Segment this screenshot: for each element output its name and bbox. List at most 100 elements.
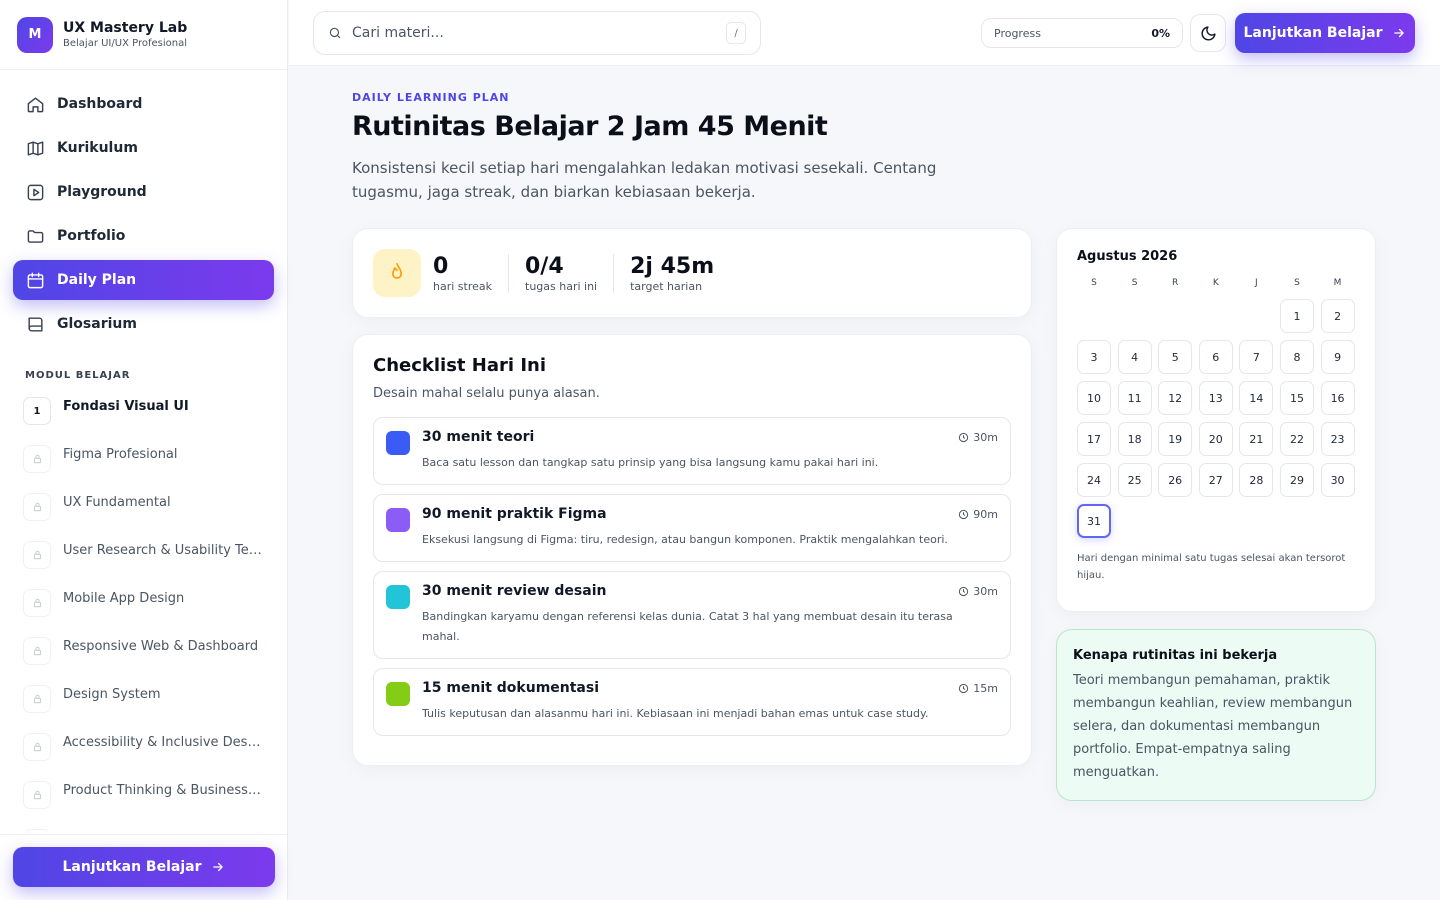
calendar-day[interactable]: 6 — [1198, 340, 1233, 374]
calendar-day[interactable]: 9 — [1320, 340, 1355, 374]
theme-toggle-button[interactable] — [1190, 14, 1226, 52]
calendar-day[interactable]: 4 — [1117, 340, 1152, 374]
module-item[interactable]: Figma Profesional — [13, 439, 274, 487]
calendar-day-today[interactable]: 31 — [1077, 504, 1111, 538]
sidebar-item-glosarium[interactable]: Glosarium — [13, 304, 274, 344]
module-item[interactable]: Responsive Web & Dashboard — [13, 631, 274, 679]
arrow-right-icon — [1394, 28, 1405, 38]
sidebar-item-dashboard[interactable]: Dashboard — [13, 84, 274, 124]
topbar: / Progress 0% Lanjutkan Belajar — [289, 0, 1440, 66]
book-icon — [25, 314, 45, 334]
calendar-day[interactable]: 30 — [1320, 463, 1355, 497]
search-input[interactable] — [352, 25, 726, 41]
calendar-blank — [1077, 299, 1111, 333]
module-item[interactable]: UX Fundamental — [13, 487, 274, 535]
calendar-day[interactable]: 21 — [1239, 422, 1274, 456]
module-item[interactable]: Accessibility & Inclusive Design — [13, 727, 274, 775]
brand-logo-icon: M — [17, 16, 53, 53]
calendar-weekday: J — [1255, 278, 1258, 288]
module-item[interactable]: Product Thinking & Business UX — [13, 775, 274, 823]
calendar-day[interactable]: 24 — [1077, 463, 1111, 497]
stat-value: 2j 45m — [630, 253, 715, 279]
module-item[interactable]: Collaboration with Developer — [13, 823, 274, 831]
calendar-day[interactable]: 13 — [1198, 381, 1233, 415]
why-title: Kenapa rutinitas ini bekerja — [1073, 648, 1278, 663]
stat-target: 2j 45m target harian — [613, 253, 730, 293]
calendar-day[interactable]: 7 — [1239, 340, 1274, 374]
sidebar-continue-label: Lanjutkan Belajar — [62, 859, 202, 875]
sidebar-item-kurikulum[interactable]: Kurikulum — [13, 128, 274, 168]
calendar-day[interactable]: 20 — [1198, 422, 1233, 456]
task-duration: 30m — [958, 585, 998, 598]
sidebar-continue-button[interactable]: Lanjutkan Belajar — [13, 847, 275, 887]
calendar-day[interactable]: 19 — [1158, 422, 1193, 456]
task-item[interactable]: 30 menit teori 30m Baca satu lesson dan ta… — [373, 417, 1011, 485]
calendar-day[interactable]: 10 — [1077, 381, 1111, 415]
calendar-day[interactable]: 12 — [1158, 381, 1193, 415]
calendar-day[interactable]: 1 — [1279, 299, 1314, 333]
clock-icon — [959, 586, 969, 596]
task-checkbox[interactable] — [386, 508, 410, 532]
sidebar-item-label: Kurikulum — [57, 140, 138, 156]
calendar-note: Hari dengan minimal satu tugas selesai a… — [1077, 553, 1346, 581]
calendar-day[interactable]: 14 — [1239, 381, 1274, 415]
lock-icon — [23, 829, 51, 831]
topbar-continue-button[interactable]: Lanjutkan Belajar — [1235, 13, 1415, 53]
lock-icon — [23, 637, 51, 665]
module-list: 1 Fondasi Visual UI Figma Profesional UX Fu… — [0, 391, 287, 831]
checklist-subtitle: Desain mahal selalu punya alasan. — [373, 386, 600, 401]
module-item[interactable]: Mobile App Design — [13, 583, 274, 631]
calendar-day[interactable]: 17 — [1077, 422, 1111, 456]
modules-section-title: MODUL BELAJAR — [25, 370, 131, 381]
sidebar-nav: Dashboard Kurikulum Playground Portfolio Dai… — [0, 70, 287, 344]
task-checkbox[interactable] — [386, 585, 410, 609]
calendar-day[interactable]: 3 — [1077, 340, 1111, 374]
module-item[interactable]: User Research & Usability Testi... — [13, 535, 274, 583]
stat-streak: 0 hari streak — [433, 254, 508, 293]
task-description: Tulis keputusan dan alasanmu hari ini. K… — [422, 707, 929, 720]
calendar-day[interactable]: 15 — [1279, 381, 1314, 415]
task-checkbox[interactable] — [386, 682, 410, 706]
calendar-day[interactable]: 11 — [1117, 381, 1152, 415]
calendar-day[interactable]: 28 — [1239, 463, 1274, 497]
calendar-weekday: S — [1294, 278, 1300, 288]
brand[interactable]: M UX Mastery Lab Belajar UI/UX Profesion… — [0, 0, 287, 70]
task-checkbox[interactable] — [386, 431, 410, 455]
calendar-day[interactable]: 18 — [1117, 422, 1152, 456]
calendar-blank — [1199, 299, 1233, 333]
calendar-day[interactable]: 27 — [1198, 463, 1233, 497]
task-item[interactable]: 15 menit dokumentasi 15m Tulis keputusan d… — [373, 668, 1011, 736]
search-box[interactable]: / — [313, 11, 761, 55]
task-title: 90 menit praktik Figma — [422, 506, 607, 522]
task-duration: 15m — [958, 682, 998, 695]
module-number-badge: 1 — [23, 397, 51, 425]
calendar-day[interactable]: 8 — [1279, 340, 1314, 374]
calendar-day[interactable]: 29 — [1279, 463, 1314, 497]
task-item[interactable]: 90 menit praktik Figma 90m Eksekusi langsu… — [373, 494, 1011, 562]
checklist-card: Checklist Hari Ini Desain mahal selalu p… — [352, 334, 1032, 766]
moon-icon — [1201, 25, 1216, 40]
module-item[interactable]: 1 Fondasi Visual UI — [13, 391, 274, 439]
calendar-day[interactable]: 25 — [1117, 463, 1152, 497]
calendar-day[interactable]: 23 — [1320, 422, 1355, 456]
stat-tasks: 0/4 tugas hari ini — [508, 253, 613, 293]
sidebar-item-playground[interactable]: Playground — [13, 172, 274, 212]
sidebar: M UX Mastery Lab Belajar UI/UX Profesion… — [0, 0, 288, 900]
calendar-day[interactable]: 22 — [1279, 422, 1314, 456]
calendar-day[interactable]: 16 — [1320, 381, 1355, 415]
sidebar-item-portfolio[interactable]: Portfolio — [13, 216, 274, 256]
calendar-day[interactable]: 2 — [1320, 299, 1355, 333]
lock-icon — [23, 781, 51, 809]
task-title: 30 menit teori — [422, 429, 535, 445]
module-item[interactable]: Design System — [13, 679, 274, 727]
sidebar-item-label: Playground — [57, 184, 147, 200]
sidebar-item-daily-plan[interactable]: Daily Plan — [13, 260, 274, 300]
search-icon — [329, 27, 341, 39]
progress-indicator: Progress 0% — [981, 18, 1183, 48]
calendar-day[interactable]: 5 — [1158, 340, 1193, 374]
stat-value: 0 — [433, 253, 449, 279]
calendar-day[interactable]: 26 — [1158, 463, 1193, 497]
task-description: Bandingkan karyamu dengan referensi kela… — [422, 610, 953, 643]
task-item[interactable]: 30 menit review desain 30m Bandingkan kary… — [373, 571, 1011, 659]
lock-icon — [23, 733, 51, 761]
